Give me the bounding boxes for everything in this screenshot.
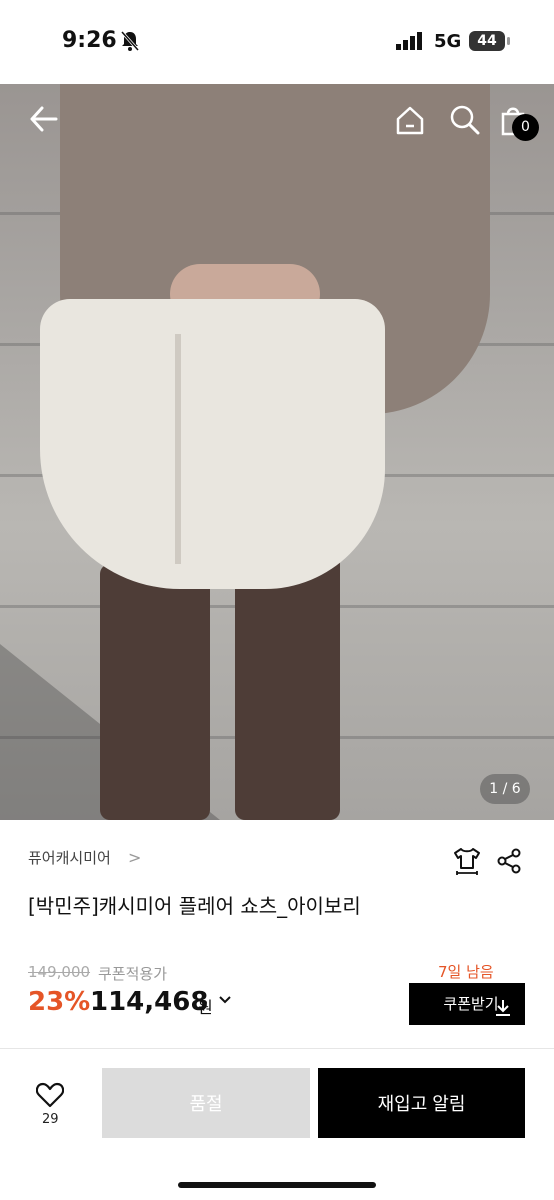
chevron-right-icon[interactable]: >: [128, 848, 141, 867]
size-guide-shirt-icon[interactable]: [452, 846, 482, 880]
model-leg-right: [235, 554, 340, 820]
network-type: 5G: [434, 31, 462, 52]
get-coupon-button[interactable]: 쿠폰받기: [409, 983, 525, 1025]
chevron-down-icon[interactable]: [218, 993, 232, 1011]
product-shorts: [40, 299, 385, 589]
original-price: 149,000: [28, 963, 91, 981]
search-icon[interactable]: [449, 104, 481, 136]
product-image-gallery[interactable]: 0 1 / 6: [0, 84, 554, 820]
image-counter: 1 / 6: [480, 774, 530, 804]
shorts-drawstring: [175, 334, 181, 564]
soldout-button: 품절: [102, 1068, 310, 1138]
like-count: 29: [42, 1112, 59, 1127]
currency-label[interactable]: 원: [198, 994, 213, 1018]
model-leg-left: [100, 564, 210, 820]
restock-alert-button[interactable]: 재입고 알림: [318, 1068, 525, 1138]
home-indicator: [178, 1182, 376, 1188]
download-icon: [493, 993, 513, 1035]
heart-icon[interactable]: [35, 1082, 65, 1112]
coupon-days-left: 7일 남음: [438, 963, 494, 981]
signal-icon: [396, 32, 424, 54]
battery-cap: [507, 37, 510, 45]
bottom-divider: [0, 1048, 554, 1049]
coupon-price-note: 쿠폰적용가: [98, 965, 168, 983]
discount-rate: 23%: [28, 987, 91, 1017]
silent-bell-icon: [120, 30, 140, 56]
battery-icon: 44: [469, 31, 505, 51]
home-icon[interactable]: [394, 104, 426, 136]
get-coupon-label: 쿠폰받기: [443, 996, 499, 1013]
status-bar: 9:26 5G 44: [0, 0, 554, 84]
sale-price: 114,468: [90, 987, 209, 1017]
status-time: 9:26: [62, 28, 117, 53]
product-title: [박민주]캐시미어 플레어 쇼츠_아이보리: [28, 894, 361, 918]
cart-count-badge: 0: [512, 114, 539, 141]
share-icon[interactable]: [496, 848, 522, 878]
back-arrow-icon[interactable]: [28, 104, 58, 134]
brand-link[interactable]: 퓨어캐시미어: [28, 847, 111, 868]
